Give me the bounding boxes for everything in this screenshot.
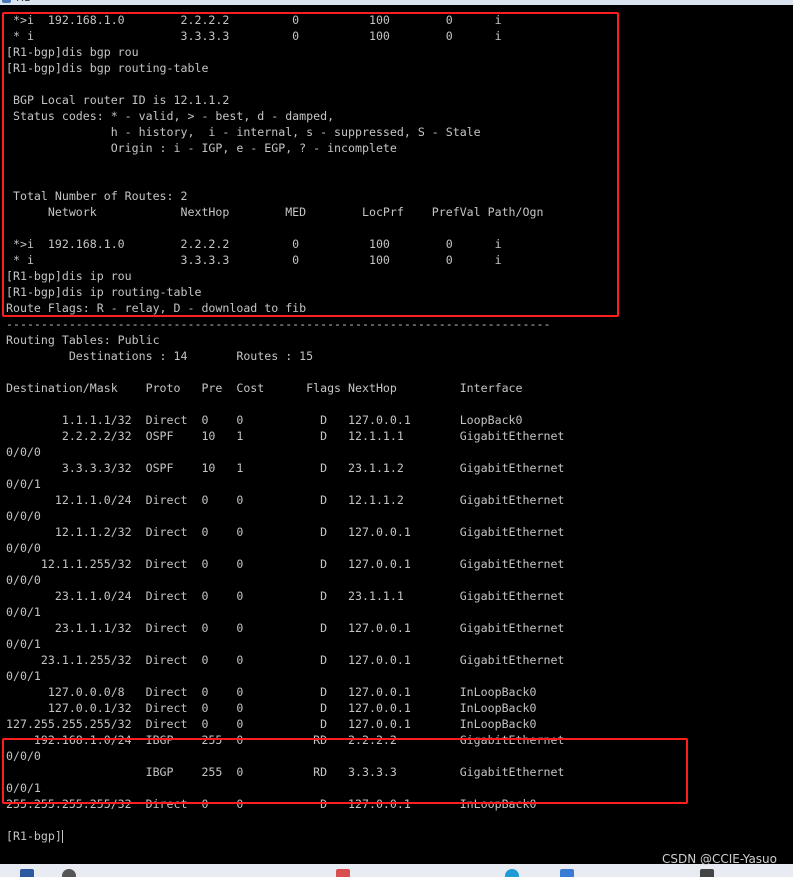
terminal-line: Network NextHop MED LocPrf PrefVal Path/… xyxy=(6,205,544,219)
terminal-line: * i 3.3.3.3 0 100 0 i xyxy=(6,253,502,267)
terminal-line: 0/0/0 xyxy=(6,509,41,523)
edge-icon[interactable] xyxy=(505,869,519,877)
terminal-line: * i 3.3.3.3 0 100 0 i xyxy=(6,29,502,43)
text-cursor xyxy=(62,830,63,843)
terminal-line: 1.1.1.1/32 Direct 0 0 D 127.0.0.1 LoopBa… xyxy=(6,413,523,427)
terminal-line: 23.1.1.0/24 Direct 0 0 D 23.1.1.1 Gigabi… xyxy=(6,589,565,603)
terminal-line: Route Flags: R - relay, D - download to … xyxy=(6,301,307,315)
terminal-line: 255.255.255.255/32 Direct 0 0 D 127.0.0.… xyxy=(6,797,537,811)
terminal-line: *>i 192.168.1.0 2.2.2.2 0 100 0 i xyxy=(6,237,502,251)
terminal-line: 0/0/0 xyxy=(6,749,41,763)
terminal-line: 0/0/1 xyxy=(6,605,41,619)
terminal-line: 12.1.1.2/32 Direct 0 0 D 127.0.0.1 Gigab… xyxy=(6,525,565,539)
store-icon[interactable] xyxy=(560,869,574,877)
window-titlebar[interactable]: R1 xyxy=(0,0,793,5)
terminal-line: h - history, i - internal, s - suppresse… xyxy=(6,125,481,139)
terminal-line: 0/0/1 xyxy=(6,477,41,491)
terminal-line: 12.1.1.255/32 Direct 0 0 D 127.0.0.1 Gig… xyxy=(6,557,565,571)
search-icon[interactable] xyxy=(62,869,76,877)
terminal-line: ----------------------------------------… xyxy=(6,317,551,331)
terminal-line: 3.3.3.3/32 OSPF 10 1 D 23.1.1.2 GigabitE… xyxy=(6,461,565,475)
terminal-line: [R1-bgp]dis bgp rou xyxy=(6,45,139,59)
start-icon[interactable] xyxy=(20,869,34,877)
terminal-line: [R1-bgp]dis bgp routing-table xyxy=(6,61,209,75)
terminal-line: Destination/Mask Proto Pre Cost Flags Ne… xyxy=(6,381,523,395)
terminal-line: Total Number of Routes: 2 xyxy=(6,189,188,203)
app-icon xyxy=(2,0,11,3)
terminal-line: 2.2.2.2/32 OSPF 10 1 D 12.1.1.1 GigabitE… xyxy=(6,429,565,443)
terminal-line: 0/0/1 xyxy=(6,669,41,683)
terminal-line: 0/0/1 xyxy=(6,781,41,795)
terminal-line: 0/0/0 xyxy=(6,445,41,459)
terminal-line: 12.1.1.0/24 Direct 0 0 D 12.1.1.2 Gigabi… xyxy=(6,493,565,507)
terminal-line: Routing Tables: Public xyxy=(6,333,160,347)
terminal-line: 0/0/0 xyxy=(6,573,41,587)
terminal-line: 127.0.0.1/32 Direct 0 0 D 127.0.0.1 InLo… xyxy=(6,701,537,715)
watermark: CSDN @CCIE-Yasuo xyxy=(661,852,777,866)
terminal-line: Status codes: * - valid, > - best, d - d… xyxy=(6,109,335,123)
terminal-line: 0/0/0 xyxy=(6,541,41,555)
terminal-output[interactable]: *>i 192.168.1.0 2.2.2.2 0 100 0 i * i 3.… xyxy=(0,6,793,864)
terminal-line: 23.1.1.255/32 Direct 0 0 D 127.0.0.1 Gig… xyxy=(6,653,565,667)
app-icon[interactable] xyxy=(336,869,350,877)
terminal-line: 127.255.255.255/32 Direct 0 0 D 127.0.0.… xyxy=(6,717,537,731)
terminal-line: 192.168.1.0/24 IBGP 255 0 RD 2.2.2.2 Gig… xyxy=(6,733,565,747)
terminal-line: [R1-bgp]dis ip routing-table xyxy=(6,285,202,299)
terminal-line: *>i 192.168.1.0 2.2.2.2 0 100 0 i xyxy=(6,13,502,27)
terminal-line: IBGP 255 0 RD 3.3.3.3 GigabitEthernet xyxy=(6,765,565,779)
terminal-line: [R1-bgp] xyxy=(6,829,62,843)
terminal-line: [R1-bgp]dis ip rou xyxy=(6,269,132,283)
terminal-line: Origin : i - IGP, e - EGP, ? - incomplet… xyxy=(6,141,397,155)
terminal-line: Destinations : 14 Routes : 15 xyxy=(6,349,314,363)
terminal-line: 23.1.1.1/32 Direct 0 0 D 127.0.0.1 Gigab… xyxy=(6,621,565,635)
window-title: R1 xyxy=(16,0,31,4)
terminal-line: 0/0/1 xyxy=(6,637,41,651)
terminal-line: BGP Local router ID is 12.1.1.2 xyxy=(6,93,230,107)
terminal-icon[interactable] xyxy=(700,869,714,877)
terminal-line: 127.0.0.0/8 Direct 0 0 D 127.0.0.1 InLoo… xyxy=(6,685,537,699)
